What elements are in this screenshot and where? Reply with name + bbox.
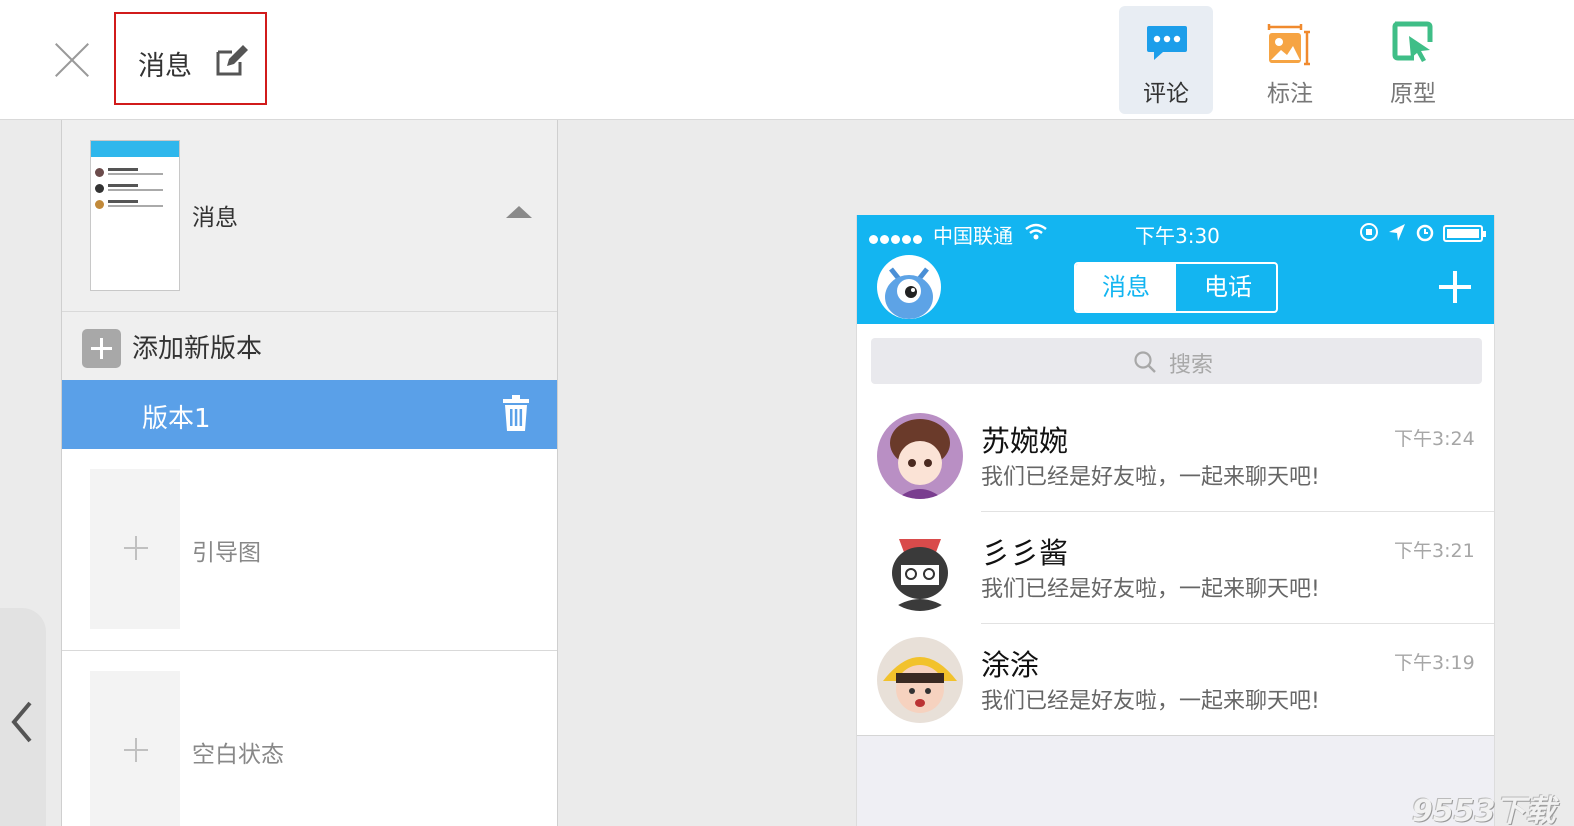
tab-switch: 消息 电话 — [1074, 262, 1278, 313]
slot-guide-label: 引导图 — [192, 540, 261, 566]
chat-message: 我们已经是好友啦，一起来聊天吧! — [981, 689, 1320, 714]
chat-item[interactable]: 苏婉婉 我们已经是好友啦，一起来聊天吧! 下午3:24 — [857, 388, 1494, 512]
plus-icon — [82, 329, 121, 368]
tool-comment[interactable]: 评论 — [1119, 6, 1213, 114]
status-time: 下午3:30 — [1135, 224, 1220, 248]
chat-item[interactable]: 涂涂 我们已经是好友啦，一起来聊天吧! 下午3:19 — [857, 612, 1494, 724]
slot-guide: 引导图 — [62, 449, 557, 651]
signal-icon — [869, 229, 924, 248]
avatar — [877, 637, 963, 723]
chat-message: 我们已经是好友啦，一起来聊天吧! — [981, 577, 1320, 602]
page-header[interactable]: 消息 — [62, 120, 557, 312]
chat-time: 下午3:19 — [1394, 652, 1475, 674]
sidebar-toggle-tab[interactable] — [0, 608, 46, 826]
title-highlight-box: 消息 — [114, 12, 267, 105]
chat-name: 彡彡酱 — [981, 536, 1069, 570]
chat-time: 下午3:24 — [1394, 428, 1475, 450]
page-title: 消息 — [138, 51, 192, 82]
chevron-left-icon — [11, 701, 32, 743]
comment-icon — [1147, 26, 1187, 60]
avatar — [877, 525, 963, 611]
phone-preview: 中国联通 下午3:30 消息 电话 搜索 苏婉婉 我们已经是好友啦，一起来聊天吧… — [856, 215, 1495, 826]
collapse-up-icon[interactable] — [506, 206, 532, 218]
watermark-logo: 9553下载 — [1412, 794, 1556, 826]
carrier-label: 中国联通 — [933, 224, 1013, 248]
chat-list: 苏婉婉 我们已经是好友啦，一起来聊天吧! 下午3:24 彡彡酱 我们已经是好友啦… — [857, 388, 1494, 736]
wifi-icon — [1025, 223, 1047, 240]
tool-annotation[interactable]: 标注 — [1243, 6, 1337, 114]
tool-prototype-label: 原型 — [1390, 81, 1436, 107]
add-version-button[interactable]: 添加新版本 — [62, 312, 557, 380]
page-thumbnail[interactable] — [90, 140, 180, 291]
close-icon[interactable] — [52, 40, 92, 80]
avatar — [877, 413, 963, 499]
page-name: 消息 — [192, 205, 238, 231]
trash-icon[interactable] — [502, 394, 530, 432]
chat-name: 涂涂 — [981, 648, 1040, 682]
slot-empty-state-label: 空白状态 — [192, 742, 284, 768]
my-avatar[interactable] — [877, 255, 941, 319]
add-version-label: 添加新版本 — [132, 334, 263, 364]
chat-item[interactable]: 彡彡酱 我们已经是好友啦，一起来聊天吧! 下午3:21 — [857, 500, 1494, 624]
phone-nav-bar: 中国联通 下午3:30 消息 电话 — [857, 215, 1494, 324]
pages-panel: 消息 添加新版本 版本1 引导图 空白状态 — [61, 120, 558, 826]
battery-icon — [1443, 225, 1486, 242]
tab-calls[interactable]: 电话 — [1178, 264, 1276, 311]
tool-prototype[interactable]: 原型 — [1366, 6, 1460, 114]
tool-annotation-label: 标注 — [1267, 81, 1313, 107]
status-icons — [1360, 223, 1434, 242]
search-placeholder: 搜索 — [1169, 353, 1214, 378]
search-input[interactable]: 搜索 — [871, 338, 1482, 384]
tool-comment-label: 评论 — [1143, 81, 1189, 107]
version-label: 版本1 — [142, 404, 211, 434]
annotation-icon — [1267, 24, 1310, 66]
prototype-icon — [1392, 21, 1433, 62]
search-area: 搜索 — [857, 324, 1494, 388]
version-item[interactable]: 版本1 — [62, 380, 557, 449]
chat-time: 下午3:21 — [1394, 540, 1475, 562]
top-bar: 消息 评论 标注 原型 — [0, 0, 1574, 120]
slot-empty-state: 空白状态 — [62, 651, 557, 826]
add-icon[interactable] — [1439, 271, 1471, 303]
edit-icon[interactable] — [214, 42, 250, 78]
add-guide-button[interactable] — [90, 469, 180, 629]
add-empty-state-button[interactable] — [90, 671, 180, 826]
chat-message: 我们已经是好友啦，一起来聊天吧! — [981, 465, 1320, 490]
chat-name: 苏婉婉 — [981, 424, 1069, 458]
search-icon — [1134, 351, 1156, 373]
tab-messages[interactable]: 消息 — [1076, 264, 1176, 311]
